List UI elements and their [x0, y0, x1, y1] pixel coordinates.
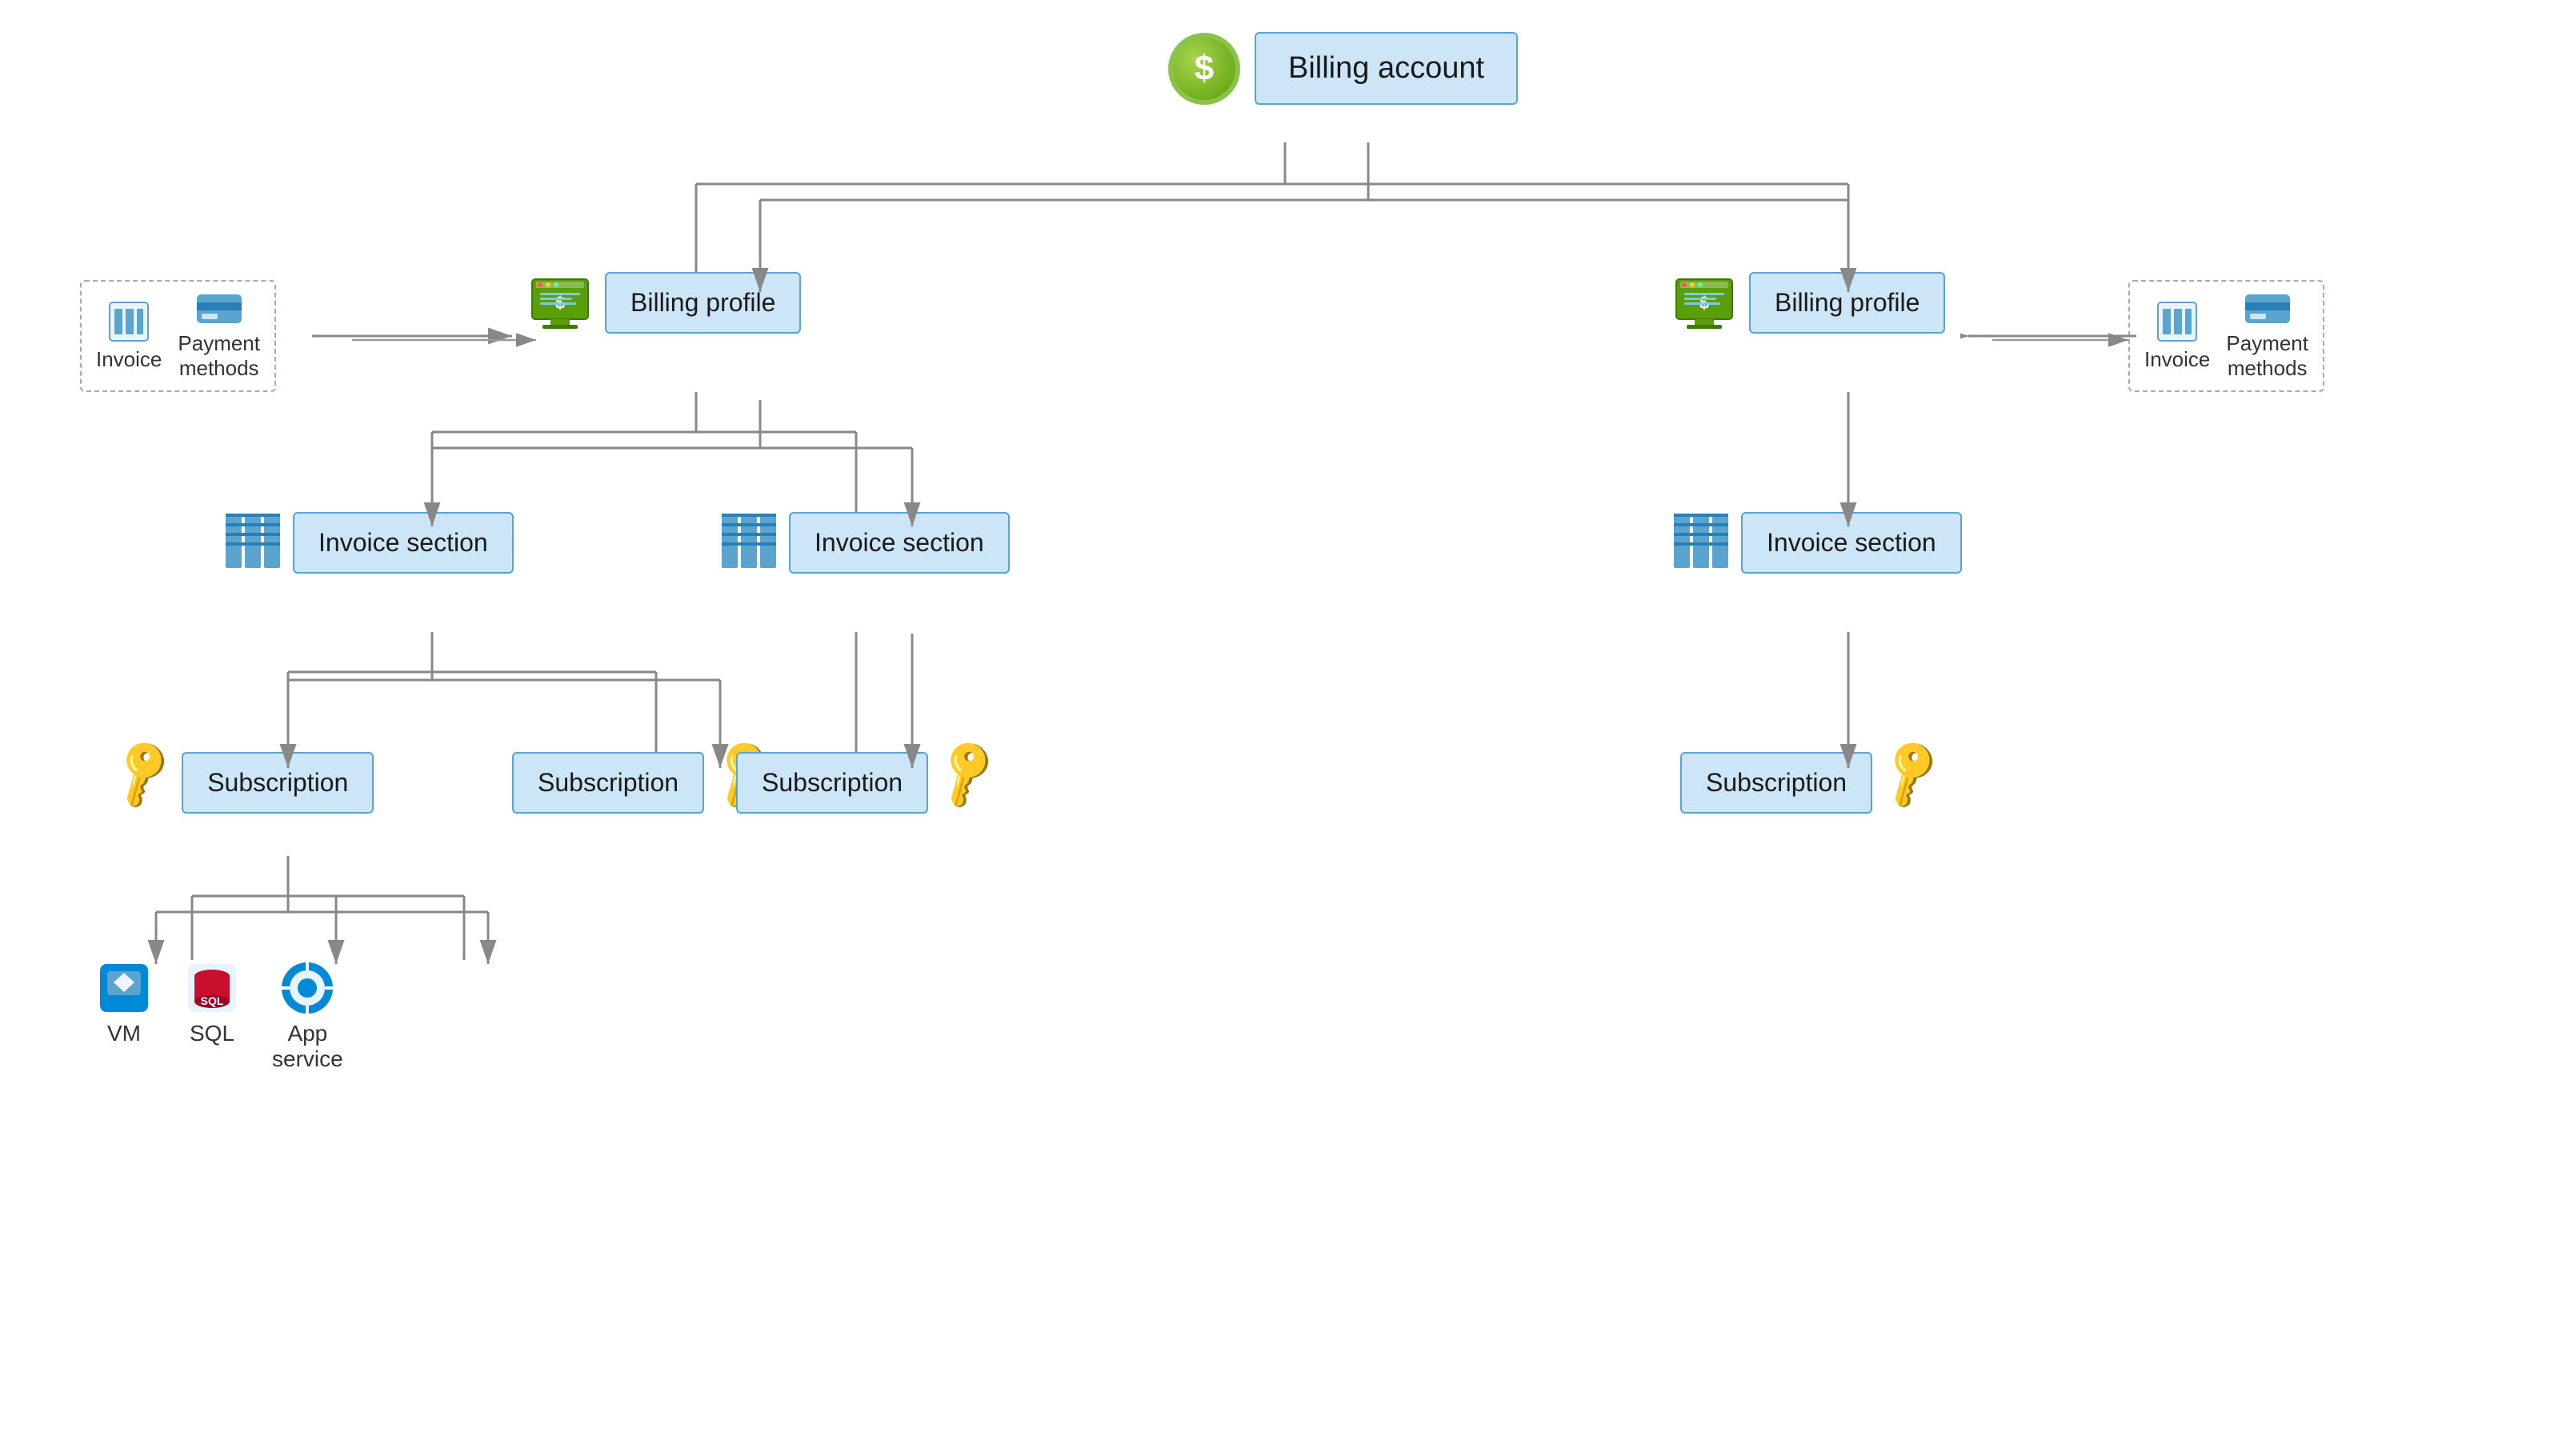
subscription-2-box: Subscription — [512, 752, 704, 814]
invoice-section-3-box: Invoice section — [1741, 512, 1962, 574]
svg-text:SQL: SQL — [201, 994, 224, 1007]
subscription-3-box: Subscription — [736, 752, 928, 814]
invoice-section-1-node: Invoice section — [224, 512, 514, 574]
billing-profile-1-icon: $ — [528, 275, 592, 331]
vm-resource: VM — [96, 960, 152, 1046]
sql-resource: SQL SQL — [184, 960, 240, 1046]
resources-row: VM SQL SQL — [96, 960, 343, 1072]
subscription-2-node: Subscription 🔑 — [512, 752, 774, 814]
payment-label-right: Payment methods — [2226, 331, 2308, 381]
sql-label: SQL — [190, 1021, 234, 1046]
billing-account-box: Billing account — [1255, 32, 1518, 105]
subscription-4-node: Subscription 🔑 — [1680, 752, 1942, 814]
invoice-section-3-icon — [1672, 512, 1730, 574]
invoice-section-1-icon — [224, 512, 282, 574]
invoice-label-right: Invoice — [2144, 347, 2210, 372]
subscription-3-key-icon: 🔑 — [926, 733, 1008, 814]
billing-profile-1-node: $ Billing profile — [528, 272, 801, 334]
all-connector-lines — [0, 0, 2570, 1456]
invoice-section-2-box: Invoice section — [789, 512, 1010, 574]
billing-hierarchy-diagram: $ Billing account $ Billing profile — [0, 0, 2570, 1456]
app-service-resource: App service — [272, 960, 343, 1072]
dashed-box-left: Invoice Payment methods — [80, 280, 276, 392]
billing-profile-2-icon: $ — [1672, 275, 1736, 331]
invoice-section-1-box: Invoice section — [293, 512, 514, 574]
payment-methods-item-left: Payment methods — [178, 291, 260, 381]
subscription-1-box: Subscription — [182, 752, 374, 814]
billing-account-node: $ Billing account — [1168, 32, 1518, 105]
arrow-right — [1960, 320, 2144, 360]
invoice-item-left: Invoice — [96, 301, 162, 372]
invoice-section-3-node: Invoice section — [1672, 512, 1962, 574]
billing-profile-1-box: Billing profile — [605, 272, 801, 334]
app-service-label: App service — [272, 1021, 343, 1072]
invoice-label-left: Invoice — [96, 347, 162, 372]
subscription-1-node: 🔑 Subscription — [112, 752, 374, 814]
payment-label-left: Payment methods — [178, 331, 260, 381]
payment-methods-item-right: Payment methods — [2226, 291, 2308, 381]
subscription-3-node: Subscription 🔑 — [736, 752, 998, 814]
invoice-section-2-node: Invoice section — [720, 512, 1010, 574]
dashed-box-right: Invoice Payment methods — [2128, 280, 2324, 392]
subscription-1-key-icon: 🔑 — [102, 733, 184, 814]
arrow-left — [312, 320, 536, 360]
subscription-4-key-icon: 🔑 — [1870, 733, 1952, 814]
vm-label: VM — [107, 1021, 141, 1046]
invoice-item-right: Invoice — [2144, 301, 2210, 372]
connector-lines — [0, 0, 2570, 1456]
subscription-4-box: Subscription — [1680, 752, 1872, 814]
billing-profile-2-node: $ Billing profile — [1672, 272, 1945, 334]
billing-profile-2-box: Billing profile — [1749, 272, 1945, 334]
billing-account-icon: $ — [1168, 33, 1240, 105]
invoice-section-2-icon — [720, 512, 778, 574]
